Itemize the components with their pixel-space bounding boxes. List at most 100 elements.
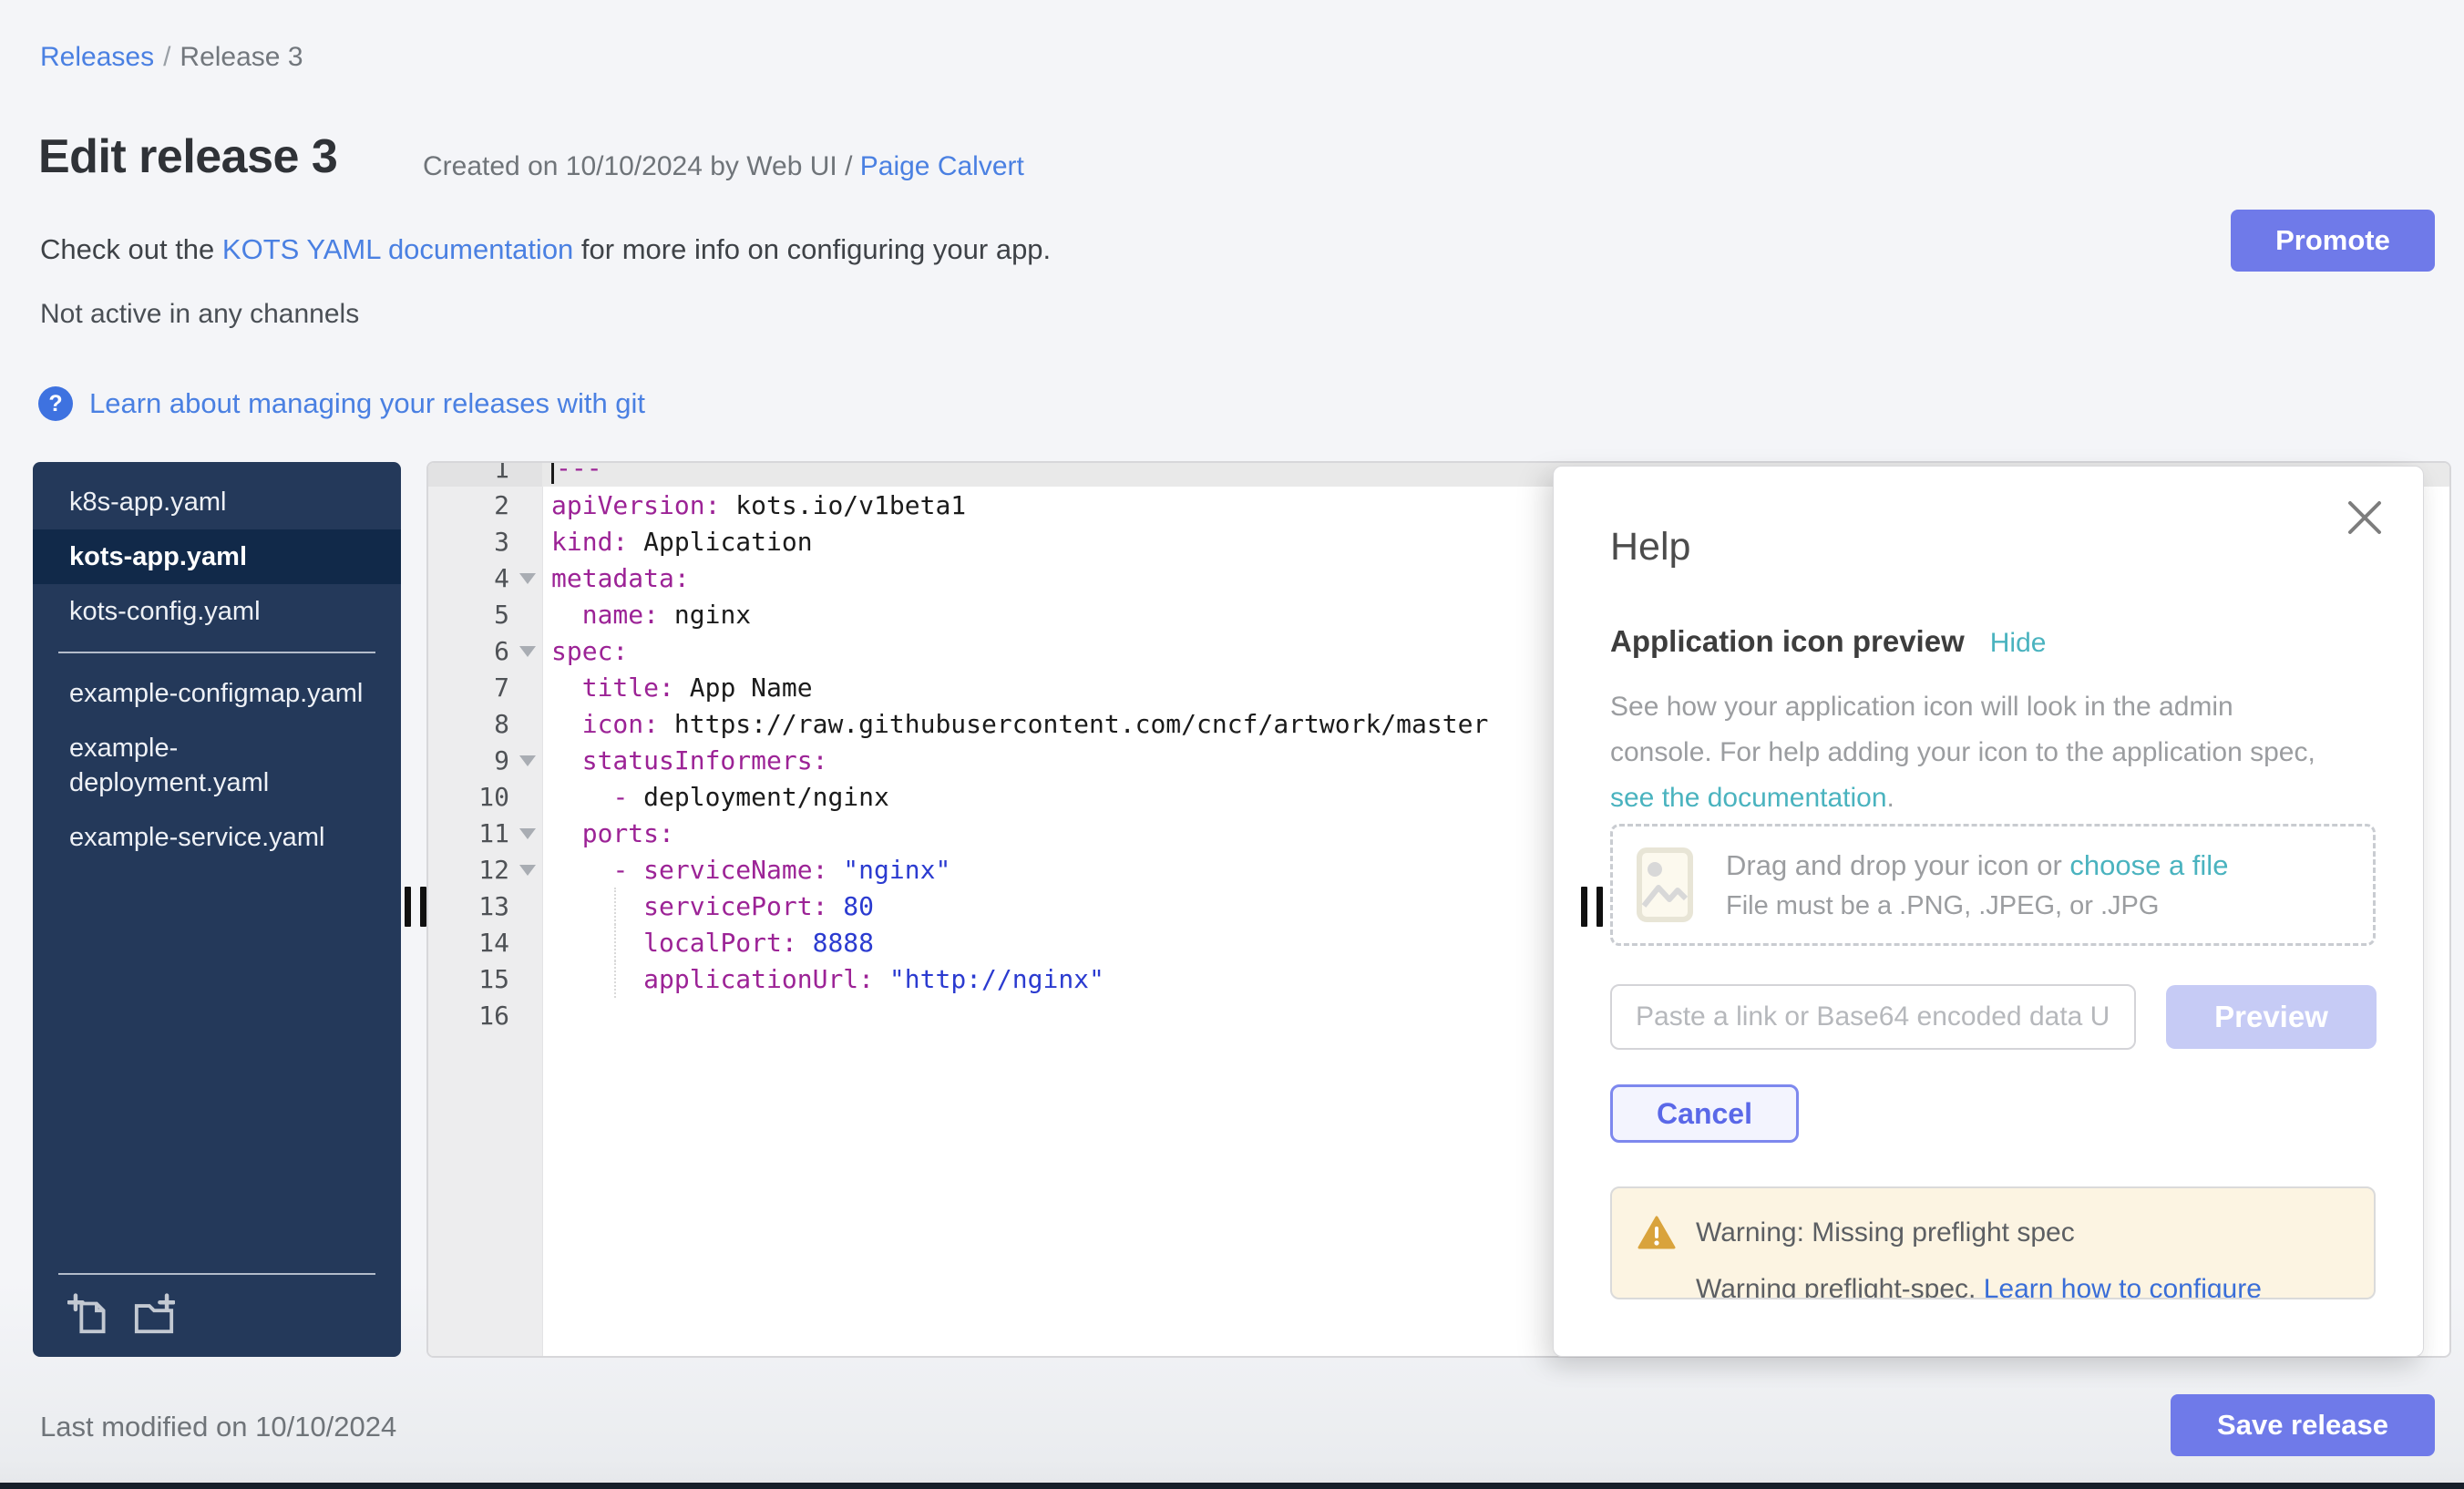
gutter-cell: 12 <box>428 851 542 888</box>
code-text: metadata: <box>542 563 690 593</box>
description-line-3: see the documentation. <box>1610 775 2366 821</box>
see-documentation-link[interactable]: see the documentation <box>1610 783 1887 813</box>
resize-bar <box>1581 887 1587 927</box>
gutter-cell: 15 <box>428 960 542 997</box>
add-folder-icon[interactable] <box>133 1293 175 1335</box>
code-text: applicationUrl: "http://nginx" <box>542 964 1104 994</box>
promote-button[interactable]: Promote <box>2231 210 2435 272</box>
pane-resize-handle-left[interactable] <box>405 887 426 927</box>
file-item-k8s-app.yaml[interactable]: k8s-app.yaml <box>33 475 401 529</box>
line-number: 3 <box>428 527 542 557</box>
help-panel: Help Application icon preview Hide See h… <box>1553 466 2424 1357</box>
resize-bar <box>420 887 426 927</box>
file-item-kots-config.yaml[interactable]: kots-config.yaml <box>33 584 401 639</box>
line-number: 16 <box>428 1001 542 1031</box>
last-modified-text: Last modified on 10/10/2024 <box>40 1411 396 1443</box>
code-text: kind: Application <box>542 527 813 557</box>
code-text: --- <box>542 461 602 484</box>
file-list: k8s-app.yamlkots-app.yamlkots-config.yam… <box>33 462 401 865</box>
breadcrumb-releases-link[interactable]: Releases <box>40 42 154 72</box>
code-text: - deployment/nginx <box>542 782 889 812</box>
code-text: - serviceName: "nginx" <box>542 855 950 885</box>
file-sidebar: k8s-app.yamlkots-app.yamlkots-config.yam… <box>33 462 401 1357</box>
fold-arrow-icon[interactable] <box>519 865 536 876</box>
code-text: icon: https://raw.githubusercontent.com/… <box>542 709 1488 739</box>
fold-arrow-icon[interactable] <box>519 828 536 839</box>
warning-row-2: Warning preflight-spec. Learn how to con… <box>1696 1274 2348 1299</box>
breadcrumb-current: Release 3 <box>180 42 303 72</box>
gutter-cell: 11 <box>428 815 542 851</box>
save-release-button[interactable]: Save release <box>2171 1394 2435 1456</box>
description-line-2: console. For help adding your icon to th… <box>1610 730 2366 775</box>
gutter-cell: 5 <box>428 596 542 632</box>
gutter-cell: 4 <box>428 560 542 596</box>
line-number: 5 <box>428 600 542 630</box>
resize-bar <box>405 887 411 927</box>
line-number: 10 <box>428 782 542 812</box>
code-text: servicePort: 80 <box>542 891 874 921</box>
code-text: title: App Name <box>542 673 813 703</box>
docs-text-after: for more info on configuring your app. <box>573 233 1051 265</box>
icon-preview-description: See how your application icon will look … <box>1610 684 2366 821</box>
line-number: 2 <box>428 490 542 520</box>
sidebar-bottom <box>33 1273 401 1357</box>
file-item-kots-app.yaml[interactable]: kots-app.yaml <box>33 529 401 584</box>
dropzone-requirements: File must be a .PNG, .JPEG, or .JPG <box>1726 891 2228 921</box>
breadcrumb-separator: / <box>163 42 170 72</box>
gutter-cell: 13 <box>428 888 542 924</box>
channel-status: Not active in any channels <box>40 299 359 330</box>
description-line-1: See how your application icon will look … <box>1610 684 2366 730</box>
created-text: Created on 10/10/2024 by Web UI / <box>423 151 852 181</box>
icon-url-row: Preview <box>1610 984 2377 1050</box>
code-text: spec: <box>542 636 628 666</box>
gutter-cell: 7 <box>428 669 542 705</box>
image-placeholder-icon <box>1637 847 1693 922</box>
fold-arrow-icon[interactable] <box>519 573 536 584</box>
line-number: 14 <box>428 928 542 958</box>
docs-text-before: Check out the <box>40 233 222 265</box>
resize-bar <box>1596 887 1603 927</box>
kots-yaml-docs-link[interactable]: KOTS YAML documentation <box>222 233 573 265</box>
pane-resize-handle-right[interactable] <box>1581 887 1603 927</box>
preview-button[interactable]: Preview <box>2166 985 2377 1049</box>
code-text: localPort: 8888 <box>542 928 874 958</box>
icon-dropzone[interactable]: Drag and drop your icon or choose a file… <box>1610 824 2376 946</box>
git-help-row: ? Learn about managing your releases wit… <box>38 386 645 421</box>
dropzone-text: Drag and drop your icon or choose a file… <box>1726 849 2228 921</box>
choose-file-link[interactable]: choose a file <box>2069 849 2228 881</box>
line-number: 8 <box>428 709 542 739</box>
git-releases-link[interactable]: Learn about managing your releases with … <box>89 387 645 420</box>
file-item-example-service.yaml[interactable]: example-service.yaml <box>33 810 401 865</box>
learn-how-to-configure-link[interactable]: Learn how to configure <box>1984 1274 2262 1299</box>
file-list-divider <box>58 652 375 653</box>
code-text: ports: <box>542 818 674 848</box>
line-number: 7 <box>428 673 542 703</box>
text-cursor <box>551 461 554 484</box>
code-text: apiVersion: kots.io/v1beta1 <box>542 490 966 520</box>
warning-row-1: Warning: Missing preflight spec <box>1638 1216 2348 1250</box>
file-item-example-deployment.yaml[interactable]: example-deployment.yaml <box>33 721 401 810</box>
hide-link[interactable]: Hide <box>1990 628 2047 659</box>
gutter-cell: 6 <box>428 632 542 669</box>
help-panel-title: Help <box>1610 525 2423 570</box>
gutter-cell: 1 <box>428 461 542 487</box>
add-file-icon[interactable] <box>67 1293 109 1335</box>
cancel-button[interactable]: Cancel <box>1610 1084 1799 1143</box>
warning-text-2: Warning preflight-spec. <box>1696 1274 1984 1299</box>
author-link[interactable]: Paige Calvert <box>860 151 1024 181</box>
fold-arrow-icon[interactable] <box>519 755 536 766</box>
dropzone-main-text: Drag and drop your icon or choose a file <box>1726 849 2228 882</box>
fold-arrow-icon[interactable] <box>519 646 536 657</box>
line-number: 1 <box>428 461 542 484</box>
code-text: name: nginx <box>542 600 751 630</box>
close-icon[interactable] <box>2345 498 2385 538</box>
gutter-cell: 10 <box>428 778 542 815</box>
file-item-example-configmap.yaml[interactable]: example-configmap.yaml <box>33 666 401 721</box>
icon-url-input[interactable] <box>1610 984 2136 1050</box>
gutter-cell: 9 <box>428 742 542 778</box>
created-line: Created on 10/10/2024 by Web UI / Paige … <box>423 151 1024 182</box>
sidebar-actions <box>33 1275 401 1357</box>
gutter-cell: 8 <box>428 705 542 742</box>
dropzone-text-before: Drag and drop your icon or <box>1726 849 2069 881</box>
warning-triangle-icon <box>1638 1216 1676 1250</box>
